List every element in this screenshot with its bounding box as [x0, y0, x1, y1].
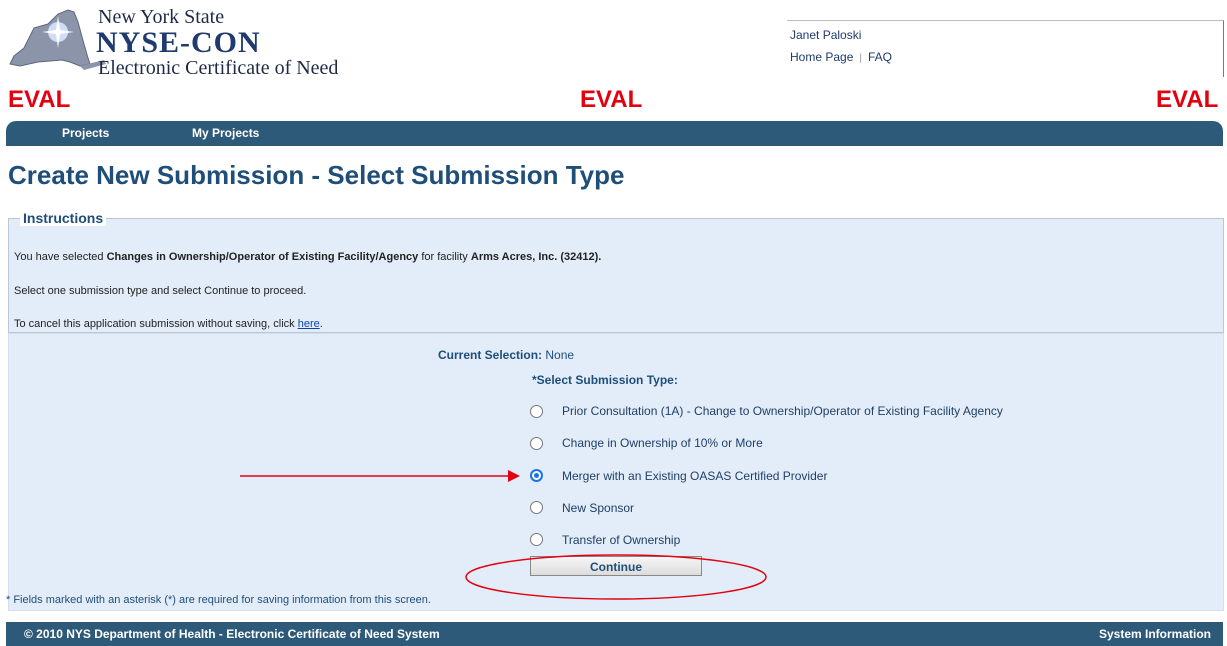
option-label-transfer-ownership: Transfer of Ownership [562, 533, 681, 547]
user-name: Janet Paloski [790, 28, 862, 42]
page-title: Create New Submission - Select Submissio… [8, 160, 625, 190]
selection-prefix: You have selected [14, 251, 107, 263]
home-page-link[interactable]: Home Page [790, 50, 853, 64]
current-selection: Current Selection: None [438, 348, 574, 362]
instructions-line-selection: You have selected Changes in Ownership/O… [14, 251, 601, 263]
continue-button[interactable]: Continue [530, 556, 702, 576]
nav-my-projects[interactable]: My Projects [192, 126, 259, 140]
eval-watermark-left: EVAL [8, 86, 71, 113]
required-fields-footnote: * Fields marked with an asterisk (*) are… [6, 594, 431, 606]
nav-projects[interactable]: Projects [62, 126, 109, 140]
main-nav [6, 121, 1223, 146]
radio-prior-consultation[interactable] [530, 405, 543, 418]
instructions-line-proceed: Select one submission type and select Co… [14, 285, 307, 297]
logo-app-name: NYSE-CON [96, 26, 261, 59]
option-label-merger: Merger with an Existing OASAS Certified … [562, 469, 828, 483]
option-label-new-sponsor: New Sponsor [562, 501, 635, 515]
selected-facility: Arms Acres, Inc. (32412). [470, 251, 602, 263]
selected-type: Changes in Ownership/Operator of Existin… [106, 251, 419, 263]
radio-merger[interactable] [530, 469, 543, 482]
cancel-here-link[interactable]: here [298, 318, 320, 330]
radio-new-sponsor[interactable] [530, 501, 543, 514]
radio-change-ownership-10[interactable] [530, 437, 543, 450]
instructions-panel [8, 218, 1224, 333]
current-selection-label: Current Selection: [438, 348, 543, 362]
logo-subtitle: Electronic Certificate of Need [98, 57, 339, 79]
radio-transfer-ownership[interactable] [530, 533, 543, 546]
instructions-legend: Instructions [20, 210, 107, 226]
eval-watermark-right: EVAL [1156, 86, 1219, 113]
eval-watermark-center: EVAL [580, 86, 643, 113]
footer-copyright: © 2010 NYS Department of Health - Electr… [24, 627, 440, 641]
faq-link[interactable]: FAQ [868, 50, 892, 64]
current-selection-value: None [545, 348, 575, 362]
option-label-prior-consultation: Prior Consultation (1A) - Change to Owne… [562, 404, 1003, 418]
cancel-prefix: To cancel this application submission wi… [14, 318, 298, 330]
selection-mid: for facility [418, 251, 471, 263]
instructions-line-cancel: To cancel this application submission wi… [14, 318, 323, 330]
system-information-link[interactable]: System Information [1099, 627, 1211, 641]
top-links: Home Page | FAQ [790, 50, 892, 64]
link-separator: | [859, 53, 862, 64]
nys-map-logo [9, 9, 106, 70]
option-label-change-ownership-10: Change in Ownership of 10% or More [562, 436, 763, 450]
cancel-suffix: . [319, 318, 323, 330]
select-submission-type-label: *Select Submission Type: [532, 373, 678, 387]
